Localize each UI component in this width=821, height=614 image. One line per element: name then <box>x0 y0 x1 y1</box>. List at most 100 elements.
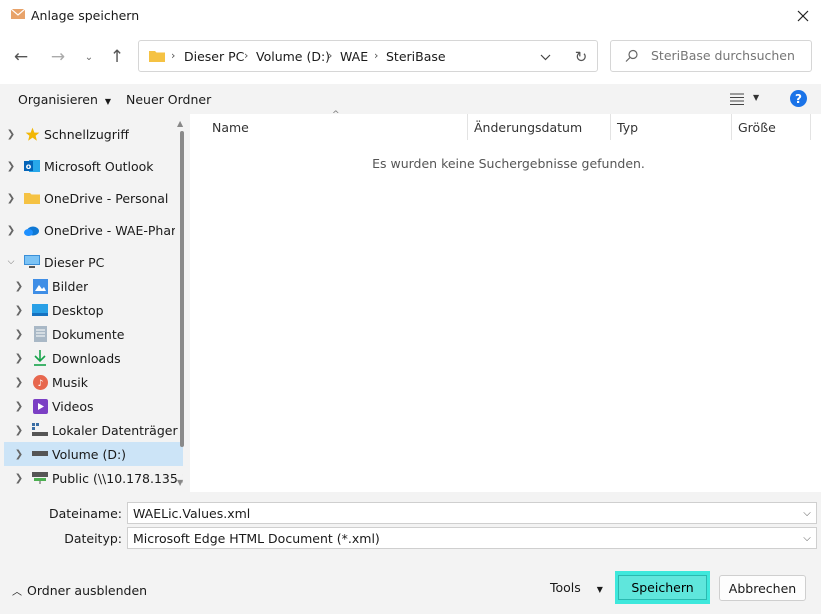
tree-item-onedrive-wae[interactable]: ❯ OneDrive - WAE-Pharma <box>4 218 175 242</box>
column-header-name[interactable]: Name <box>206 120 466 142</box>
chevron-right-icon[interactable]: ❯ <box>12 305 26 316</box>
tree-item-videos[interactable]: ❯ Videos <box>4 394 183 418</box>
chevron-right-icon[interactable]: ❯ <box>4 225 18 236</box>
chevron-right-icon[interactable]: ❯ <box>12 449 26 460</box>
chevron-right-icon[interactable]: ❯ <box>12 401 26 412</box>
organize-label: Organisieren <box>18 92 98 107</box>
breadcrumb-separator: › <box>244 49 249 62</box>
breadcrumb-separator: › <box>374 49 379 62</box>
breadcrumb-separator: › <box>328 49 333 62</box>
outlook-icon: o <box>24 158 40 174</box>
arrow-left-icon: ← <box>13 47 29 67</box>
back-button[interactable]: ← <box>8 43 34 71</box>
cancel-button[interactable]: Abbrechen <box>719 575 806 601</box>
tree-item-desktop[interactable]: ❯ Desktop <box>4 298 183 322</box>
tree-item-onedrive-personal[interactable]: ❯ OneDrive - Personal <box>4 186 175 210</box>
filename-label: Dateiname: <box>48 506 122 521</box>
recent-locations-button[interactable]: ⌄ <box>76 43 102 71</box>
tree-item-volume-d[interactable]: ❯ Volume (D:) <box>4 442 183 466</box>
command-toolbar <box>0 84 821 114</box>
chevron-right-icon[interactable]: ❯ <box>12 281 26 292</box>
tree-item-music[interactable]: ❯ ♪ Musik <box>4 370 183 394</box>
tree-item-public-network[interactable]: ❯ Public (\\10.178.135.3) <box>4 466 183 490</box>
chevron-right-icon[interactable]: ❯ <box>12 425 26 436</box>
chevron-right-icon[interactable]: ❯ <box>12 329 26 340</box>
scroll-down-arrow[interactable]: ▼ <box>177 478 183 487</box>
empty-results-message: Es wurden keine Suchergebnisse gefunden. <box>372 156 645 171</box>
tree-item-label: Schnellzugriff <box>44 126 129 142</box>
tree-item-label: Dieser PC <box>44 254 105 270</box>
chevron-down-icon[interactable]: ⌵ <box>4 257 18 267</box>
up-button[interactable]: ↑ <box>104 43 130 71</box>
filetype-label: Dateityp: <box>64 531 122 546</box>
caret-down-icon: ▼ <box>596 585 603 594</box>
save-button[interactable]: Speichern <box>615 571 710 604</box>
search-input[interactable] <box>651 48 801 63</box>
chevron-right-icon[interactable]: ❯ <box>12 377 26 388</box>
chevron-right-icon[interactable]: ❯ <box>12 473 26 484</box>
forward-button[interactable]: → <box>45 43 71 71</box>
breadcrumb-item[interactable]: SteriBase <box>386 49 446 64</box>
arrow-up-icon: ↑ <box>109 47 125 67</box>
tree-item-documents[interactable]: ❯ Dokumente <box>4 322 183 346</box>
tree-item-label: OneDrive - WAE-Pharma <box>44 222 175 238</box>
caret-down-icon: ▼ <box>753 93 760 102</box>
filetype-select[interactable]: ⌵ <box>127 527 817 549</box>
refresh-button[interactable]: ↻ <box>569 46 593 68</box>
close-icon <box>797 10 809 22</box>
tree-item-quick-access[interactable]: ❯ Schnellzugriff <box>4 122 175 146</box>
view-options-button[interactable]: ▼ <box>728 89 768 109</box>
organize-button[interactable]: Organisieren ▼ <box>18 92 111 107</box>
address-bar[interactable]: › Dieser PC › Volume (D:) › WAE › SteriB… <box>138 40 598 72</box>
tree-scrollbar-thumb[interactable] <box>180 131 184 447</box>
scroll-up-arrow[interactable]: ▲ <box>177 119 183 128</box>
column-header-type[interactable]: Typ <box>611 120 731 142</box>
download-icon <box>32 350 48 366</box>
filename-combobox[interactable]: ⌵ <box>127 502 817 524</box>
folder-icon <box>24 190 40 206</box>
search-box[interactable] <box>610 40 812 72</box>
tree-item-local-disk-c[interactable]: ❯ Lokaler Datenträger (C:) <box>4 418 183 442</box>
chevron-down-icon <box>540 54 550 60</box>
breadcrumb-separator: › <box>171 49 176 62</box>
tree-item-label: Videos <box>52 398 94 414</box>
chevron-down-icon[interactable]: ⌵ <box>798 533 816 544</box>
filetype-value[interactable] <box>128 530 798 546</box>
tree-item-label: Bilder <box>52 278 89 294</box>
tree-item-label: Lokaler Datenträger (C:) <box>52 422 183 438</box>
tree-item-label: Volume (D:) <box>52 446 127 462</box>
chevron-right-icon[interactable]: ❯ <box>12 353 26 364</box>
new-folder-button[interactable]: Neuer Ordner <box>126 92 211 107</box>
chevron-right-icon[interactable]: ❯ <box>4 129 18 140</box>
breadcrumb-item[interactable]: Dieser PC <box>184 49 244 64</box>
monitor-icon <box>24 254 40 270</box>
column-divider[interactable] <box>810 114 811 140</box>
tools-button[interactable]: Tools ▼ <box>550 580 603 595</box>
chevron-down-icon[interactable]: ⌵ <box>798 508 816 519</box>
column-header-date[interactable]: Änderungsdatum <box>468 120 610 142</box>
column-header-size[interactable]: Größe <box>732 120 810 142</box>
tree-item-this-pc[interactable]: ⌵ Dieser PC <box>4 250 175 274</box>
caret-down-icon: ▼ <box>104 97 112 106</box>
breadcrumb-item[interactable]: Volume (D:) <box>256 49 330 64</box>
tree-item-pictures[interactable]: ❯ Bilder <box>4 274 183 298</box>
sort-ascending-icon: ^ <box>332 110 340 120</box>
address-history-button[interactable] <box>534 47 556 67</box>
cloud-icon <box>24 222 40 238</box>
tree-item-downloads[interactable]: ❯ Downloads <box>4 346 183 370</box>
tree-item-label: Dokumente <box>52 326 125 342</box>
tree-item-label: Musik <box>52 374 88 390</box>
tree-item-label: Public (\\10.178.135.3) <box>52 470 183 486</box>
help-icon: ? <box>795 91 802 106</box>
close-button[interactable] <box>786 2 820 30</box>
breadcrumb-item[interactable]: WAE <box>340 49 368 64</box>
hide-folders-button[interactable]: ︿ Ordner ausblenden <box>12 583 147 598</box>
filename-input[interactable] <box>128 505 798 521</box>
tree-item-outlook[interactable]: ❯ o Microsoft Outlook <box>4 154 175 178</box>
chevron-right-icon[interactable]: ❯ <box>4 193 18 204</box>
star-icon <box>24 126 40 142</box>
refresh-icon: ↻ <box>574 48 588 66</box>
chevron-right-icon[interactable]: ❯ <box>4 161 18 172</box>
help-button[interactable]: ? <box>790 90 807 107</box>
hide-folders-label: Ordner ausblenden <box>27 583 148 598</box>
